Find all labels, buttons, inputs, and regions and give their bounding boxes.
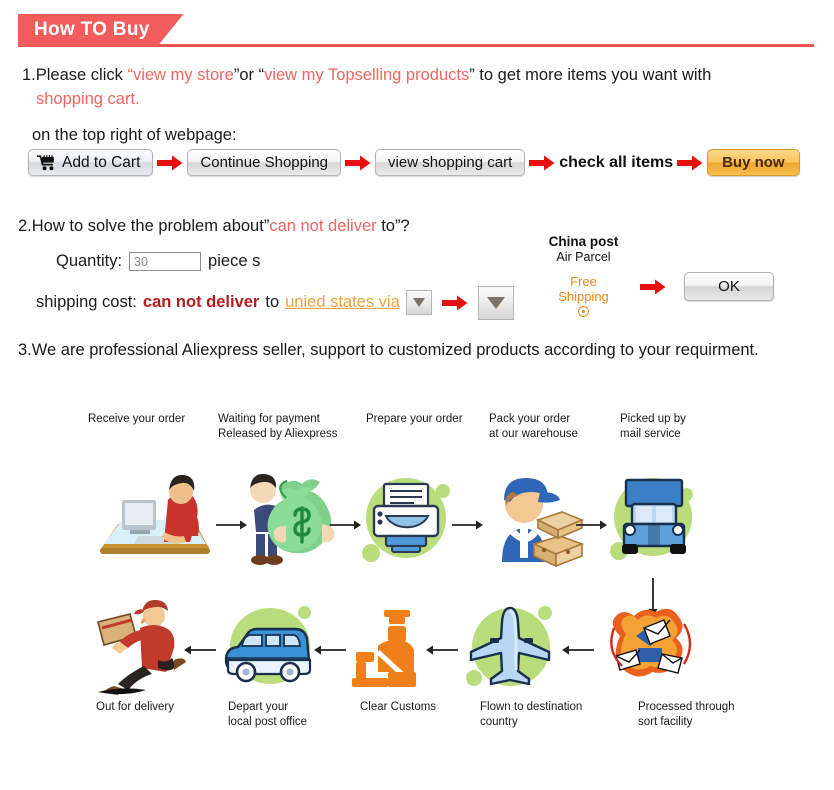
- running-delivery-man-icon: [92, 596, 196, 696]
- chevron-down-icon-1: [412, 298, 425, 308]
- add-to-cart-button[interactable]: Add to Cart: [28, 149, 154, 176]
- ok-row: OK: [636, 272, 774, 301]
- delivery-van-icon: [218, 600, 322, 696]
- section-1-text-b: or: [239, 66, 259, 84]
- free-shipping-label: Free Shipping: [536, 274, 631, 304]
- piece-label: piece s: [208, 251, 261, 270]
- printer-icon: [356, 470, 460, 574]
- continue-shopping-button[interactable]: Continue Shopping: [187, 149, 342, 176]
- flow-top-label-2: Waiting for payment Released by Aliexpres…: [218, 413, 338, 440]
- link-view-my-store[interactable]: view my store: [133, 66, 234, 84]
- arrow-right-icon-3: [525, 155, 559, 171]
- shipping-process-flowchart: Receive your order Waiting for payment Re…: [0, 400, 834, 760]
- person-at-computer-icon: [92, 472, 220, 572]
- section-1: 1.Please click “view my store”or “view m…: [22, 64, 802, 148]
- link-view-my-topselling-products[interactable]: view my Topselling products: [264, 66, 469, 84]
- china-post-title: China post: [548, 234, 619, 249]
- free-shipping-line-2: Shipping: [558, 288, 609, 304]
- section-2: 2.How to solve the problem about”can not…: [18, 215, 818, 320]
- flow-bottom-label-2: Depart your local post office: [228, 701, 308, 728]
- flow-top-label-1: Receive your order: [88, 413, 186, 425]
- arrow-right-icon-4: [673, 155, 707, 171]
- warehouse-worker-boxes-icon: [478, 466, 588, 574]
- shopping-cart-icon: [37, 154, 56, 171]
- flow-top-label-4: Pack your order at our warehouse: [489, 413, 578, 440]
- ok-button-label: OK: [718, 278, 740, 295]
- section-2-text-a: How to solve the problem about”: [31, 217, 270, 235]
- chevron-down-icon-2: [486, 296, 505, 309]
- shipping-to-label: to: [265, 292, 280, 311]
- section-1-line-2: shopping cart.: [36, 89, 140, 108]
- buy-now-button[interactable]: Buy now: [707, 149, 800, 176]
- mail-truck-icon: [604, 466, 710, 574]
- flow-bottom-label-3: Clear Customs: [360, 701, 437, 713]
- quantity-label: Quantity:: [56, 251, 123, 270]
- section-2-text-b: to”?: [376, 217, 410, 235]
- section-1-text-a: Please click: [35, 66, 128, 84]
- page-header: How TO Buy: [0, 8, 834, 50]
- section-1-text-c: to get more items you want with: [474, 66, 712, 84]
- flow-top-label-3: Prepare your order: [366, 413, 463, 425]
- china-post-block: China post Air Parcel Free Shipping: [536, 234, 631, 318]
- page-title: How TO Buy: [34, 19, 150, 40]
- section-2-cannot-deliver: can not deliver: [269, 217, 377, 235]
- sorting-facility-envelopes-icon: [600, 608, 704, 694]
- flow-bottom-label-4: Flown to destination country: [480, 701, 583, 728]
- flow-arrow-left-1: [560, 643, 594, 661]
- checkout-steps-button-row: Add to Cart Continue Shopping view shopp…: [28, 149, 800, 176]
- quantity-input[interactable]: [129, 252, 202, 272]
- header-tab: How TO Buy: [18, 14, 184, 46]
- radio-selected-icon[interactable]: [578, 306, 589, 318]
- section-1-number: 1.: [22, 66, 36, 84]
- customs-officer-icon: [348, 608, 436, 692]
- arrow-right-icon-2: [341, 155, 375, 171]
- shipping-cost-label: shipping cost:: [36, 292, 137, 311]
- section-3: 3.We are professional Aliexpress seller,…: [18, 341, 759, 359]
- section-1-line-1: 1.Please click “view my store”or “view m…: [22, 64, 802, 88]
- view-shopping-cart-label: view shopping cart: [388, 154, 513, 171]
- buy-now-label: Buy now: [722, 154, 785, 171]
- section-2-line-1: 2.How to solve the problem about”can not…: [18, 215, 818, 239]
- flow-top-label-5: Picked up by mail service: [620, 413, 686, 440]
- flow-bottom-label-1: Out for delivery: [96, 701, 174, 713]
- quantity-row: Quantity: piece s: [56, 250, 818, 274]
- shipping-country-link[interactable]: unied states via: [285, 291, 400, 315]
- view-shopping-cart-button[interactable]: view shopping cart: [375, 149, 526, 176]
- china-post-subtitle: Air Parcel: [556, 250, 611, 264]
- shipping-country-dropdown[interactable]: [405, 290, 432, 316]
- free-shipping-line-1: Free: [570, 274, 597, 289]
- flow-bottom-label-5: Processed through sort facility: [638, 701, 735, 728]
- continue-shopping-label: Continue Shopping: [200, 154, 329, 171]
- shipping-cannot-deliver: can not deliver: [142, 292, 260, 311]
- add-to-cart-label: Add to Cart: [62, 153, 141, 171]
- section-2-number: 2.: [18, 217, 32, 235]
- arrow-right-icon-5: [438, 295, 472, 311]
- shipping-method-dropdown[interactable]: [477, 285, 514, 320]
- check-all-items-label[interactable]: check all items: [559, 154, 673, 172]
- arrow-right-icon-6: [636, 279, 670, 295]
- section-1-line-3: on the top right of webpage:: [32, 125, 237, 144]
- ok-button[interactable]: OK: [684, 272, 774, 301]
- arrow-right-icon-1: [153, 155, 187, 171]
- airplane-icon: [460, 600, 564, 696]
